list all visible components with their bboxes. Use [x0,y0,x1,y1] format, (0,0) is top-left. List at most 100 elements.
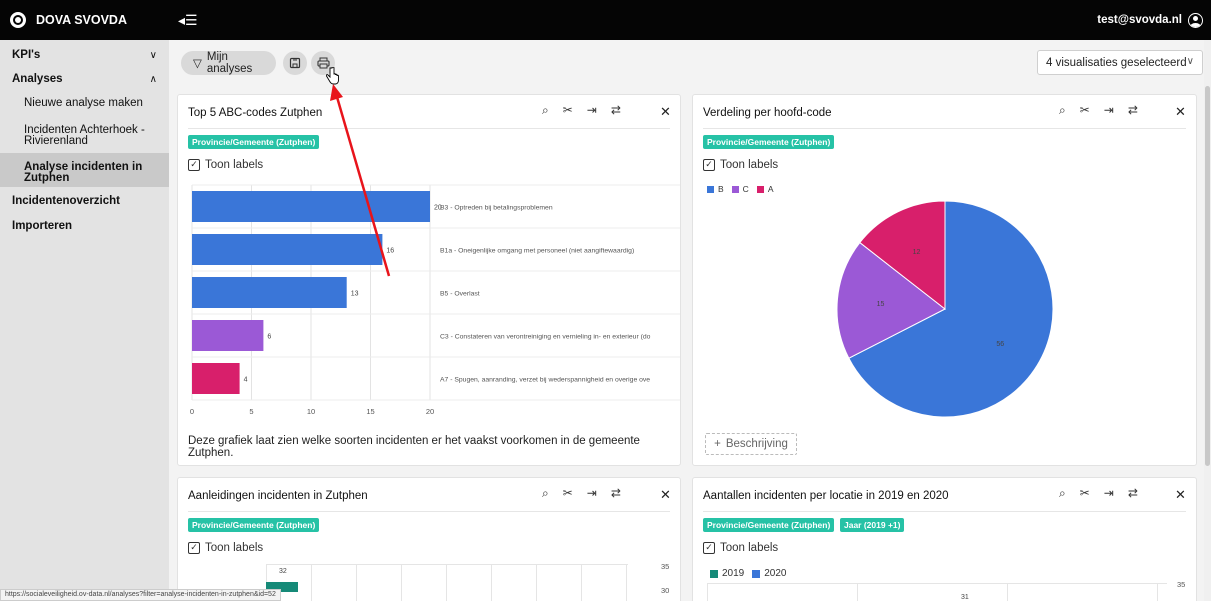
x-tick-label: 15 [366,407,374,416]
close-icon[interactable]: ✕ [660,487,671,503]
add-description-button[interactable]: + Beschrijving [705,433,797,455]
divider [188,128,670,129]
legend-label-2019: 2019 [722,568,745,579]
legend-label-c: C [742,184,749,194]
checkbox-label: Toon labels [205,542,264,554]
cut-icon[interactable]: ✂ [1080,486,1090,501]
my-analyses-button[interactable]: ▽ Mijn analyses [181,51,276,75]
card-aanleidingen: Aanleidingen incidenten in Zutphen ⌕ ✂ ⇥… [177,477,681,601]
chevron-down-icon: ∨ [149,49,157,61]
close-icon[interactable]: ✕ [660,104,671,120]
cut-icon[interactable]: ✂ [563,103,573,118]
comment-icon[interactable]: ⌕ [1059,103,1066,118]
bar-chart: 0 5 10 15 2020B3 - Optreden bij betalingspro… [190,184,680,416]
cut-icon[interactable]: ✂ [563,486,573,501]
comment-icon[interactable]: ⌕ [542,486,549,501]
comment-icon[interactable]: ⌕ [542,103,549,118]
card-actions: ⌕ ✂ ⇥ ⇄ [542,486,621,501]
toon-labels-checkbox[interactable]: ✓ Toon labels [703,159,778,171]
sidebar-item-achterhoek[interactable]: Incidenten Achterhoek - Rivierenland [0,124,169,147]
filter-tag-year[interactable]: Jaar (2019 +1) [840,518,905,532]
legend-swatch-b [707,185,714,193]
sidebar-item-incidentenoverzicht[interactable]: Incidentenoverzicht [0,191,169,211]
bar-value-label: 13 [351,291,359,298]
export-icon[interactable]: ⇥ [1104,486,1114,501]
legend-label-b: B [718,184,724,194]
checkbox-checked-icon: ✓ [703,542,715,554]
comment-icon[interactable]: ⌕ [1059,486,1066,501]
pie-legend: B C A [707,184,773,194]
user-avatar-icon [1188,12,1203,28]
filter-tag[interactable]: Provincie/Gemeente (Zutphen) [703,135,835,149]
sidebar-item-zutphen[interactable]: Analyse incidenten in Zutphen [0,153,169,187]
add-description-label: Beschrijving [725,438,788,450]
filter-tag[interactable]: Provincie/Gemeente (Zutphen) [703,518,835,532]
close-icon[interactable]: ✕ [1175,487,1186,503]
my-analyses-label: Mijn analyses [206,51,253,75]
brand[interactable]: DOVA SVOVDA [0,0,169,40]
filter-icon: ▽ [193,58,202,70]
card-title: Top 5 ABC-codes Zutphen [188,107,323,119]
user-menu[interactable]: test@svovda.nl [1097,0,1203,40]
export-icon[interactable]: ⇥ [587,486,597,501]
brand-name: DOVA SVOVDA [36,13,127,27]
card-verdeling: Verdeling per hoofd-code ⌕ ✂ ⇥ ⇄ ✕ Provi… [692,94,1197,466]
checkbox-label: Toon labels [720,542,779,554]
checkbox-checked-icon: ✓ [703,159,715,171]
visualisations-select[interactable]: 4 visualisaties geselecteerd ∨ [1037,50,1203,75]
settings-icon[interactable]: ⇄ [611,486,621,501]
y-tick-label: 35 [1177,580,1186,589]
chart-grid [266,564,628,601]
toon-labels-checkbox[interactable]: ✓ Toon labels [188,159,263,171]
chart-bar [192,363,240,394]
x-tick-label: 10 [307,407,315,416]
toon-labels-checkbox[interactable]: ✓ Toon labels [188,542,263,554]
divider [703,511,1186,512]
x-tick-label: 0 [190,407,194,416]
sidebar-item-nieuwe-analyse[interactable]: Nieuwe analyse maken [0,97,169,109]
sidebar-section-label: KPI's [12,49,41,61]
bar-value-label: 31 [961,594,969,601]
legend-swatch-c [731,185,739,193]
category-label: C3 - Constateren van verontreiniging en … [440,334,651,341]
chart-bar [192,277,347,308]
cut-icon[interactable]: ✂ [1080,103,1090,118]
filter-tag[interactable]: Provincie/Gemeente (Zutphen) [188,135,320,149]
chart-legend: 2019 2020 [710,568,787,579]
toon-labels-checkbox[interactable]: ✓ Toon labels [703,542,778,554]
sidebar-section-kpis[interactable]: KPI's ∨ [0,45,169,65]
legend-swatch-2019 [710,569,718,578]
sidebar-section-analyses[interactable]: Analyses ∧ [0,69,169,89]
legend-swatch-a [756,185,764,193]
bar-value-label: 32 [279,568,287,575]
menu-toggle-icon[interactable]: ◂☰ [178,12,198,29]
hand-cursor-icon [326,67,339,85]
checkbox-checked-icon: ✓ [188,542,200,554]
user-email: test@svovda.nl [1097,14,1182,26]
save-button[interactable] [283,51,307,75]
filter-tag[interactable]: Provincie/Gemeente (Zutphen) [188,518,320,532]
card-actions: ⌕ ✂ ⇥ ⇄ [1059,103,1138,118]
legend-label-2020: 2020 [764,568,787,579]
scrollbar-thumb[interactable] [1205,86,1210,466]
export-icon[interactable]: ⇥ [587,103,597,118]
sidebar-item-importeren[interactable]: Importeren [0,216,169,236]
x-tick-label: 20 [426,407,434,416]
export-icon[interactable]: ⇥ [1104,103,1114,118]
category-label: A7 - Spugen, aanranding, verzet bij wede… [440,377,650,384]
card-actions: ⌕ ✂ ⇥ ⇄ [1059,486,1138,501]
settings-icon[interactable]: ⇄ [1128,103,1138,118]
y-tick-label: 30 [661,586,670,595]
settings-icon[interactable]: ⇄ [1128,486,1138,501]
brand-logo-icon [10,12,26,28]
card-actions: ⌕ ✂ ⇥ ⇄ [542,103,621,118]
category-label: B1a - Oneigenlijke omgang met personeel … [440,248,634,255]
page-scrollbar[interactable] [1204,40,1211,601]
close-icon[interactable]: ✕ [1175,104,1186,120]
divider [188,511,670,512]
chevron-down-icon: ∨ [1186,56,1194,67]
top-bar: DOVA SVOVDA ◂☰ test@svovda.nl [0,0,1211,40]
settings-icon[interactable]: ⇄ [611,103,621,118]
sidebar-section-label: Analyses [12,73,63,85]
sidebar: KPI's ∨ Analyses ∧ Nieuwe analyse maken … [0,40,169,601]
